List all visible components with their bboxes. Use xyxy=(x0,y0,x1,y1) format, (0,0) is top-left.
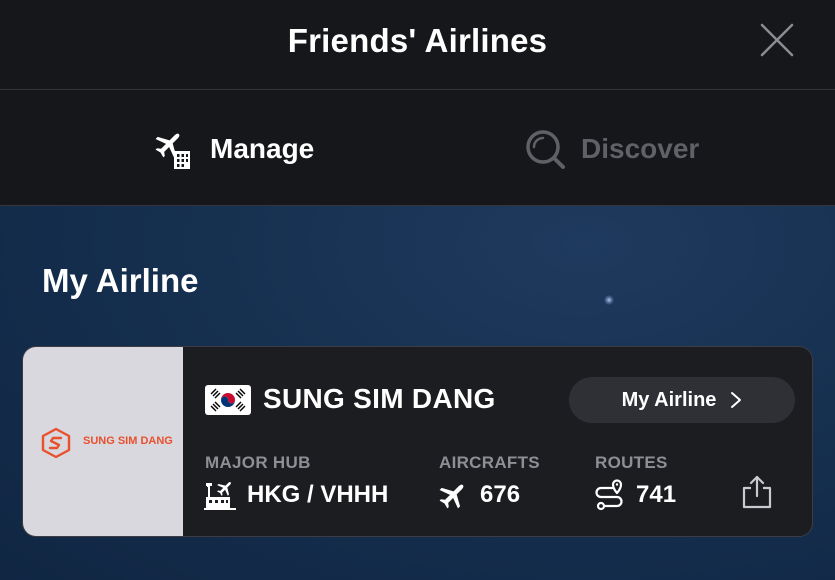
aircrafts-value: 676 xyxy=(480,481,521,508)
routes-value: 741 xyxy=(636,481,677,508)
tab-manage[interactable]: Manage xyxy=(152,91,314,206)
page-title: Friends' Airlines xyxy=(287,22,548,59)
background-star xyxy=(604,295,614,305)
my-airline-button-label: My Airline xyxy=(621,388,717,411)
airline-logo-mark-icon xyxy=(41,427,71,459)
friends-airlines-screen: Friends' Airlines Manage Discover My Air… xyxy=(0,0,835,580)
search-icon xyxy=(526,129,565,169)
my-airline-button[interactable]: My Airline xyxy=(569,377,795,423)
chevron-right-icon xyxy=(731,392,742,408)
major-hub-value: HKG / VHHH xyxy=(247,481,389,508)
tab-bar: Manage Discover xyxy=(0,91,835,206)
major-hub-label: MAJOR HUB xyxy=(205,453,311,472)
share-button[interactable] xyxy=(739,474,775,510)
tab-discover[interactable]: Discover xyxy=(523,91,699,206)
share-icon xyxy=(742,475,772,509)
plane-building-icon xyxy=(155,133,190,169)
section-title: My Airline xyxy=(42,262,199,299)
main-content: My Airline SUNG SIM DANG SUNG SIM DANG M… xyxy=(0,206,835,580)
airport-hub-icon xyxy=(204,482,236,510)
airline-logo: SUNG SIM DANG xyxy=(23,347,183,536)
tab-manage-label: Manage xyxy=(210,132,315,164)
close-icon xyxy=(760,23,794,57)
route-icon xyxy=(595,479,623,511)
routes-label: ROUTES xyxy=(595,453,668,472)
airline-card[interactable]: SUNG SIM DANG SUNG SIM DANG My Airline M… xyxy=(22,346,813,537)
south-korea-flag-icon xyxy=(205,385,251,415)
aircrafts-label: AIRCRAFTS xyxy=(439,453,540,472)
airplane-icon xyxy=(439,484,464,509)
close-button[interactable] xyxy=(759,22,795,58)
airline-name: SUNG SIM DANG xyxy=(263,383,496,414)
header: Friends' Airlines xyxy=(0,0,835,90)
airline-logo-text: SUNG SIM DANG xyxy=(83,435,173,447)
tab-discover-label: Discover xyxy=(581,132,700,164)
